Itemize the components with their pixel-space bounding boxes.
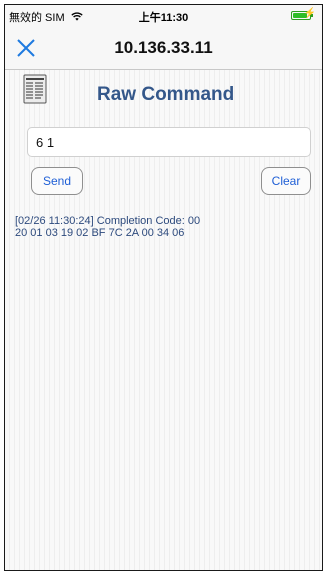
app-frame: 無效的 SIM 上午11:30 ⚡ 10.136.33.11 Raw Comma…	[4, 4, 323, 571]
status-bar: 無效的 SIM 上午11:30 ⚡	[5, 5, 322, 25]
battery-indicator: ⚡	[291, 8, 316, 20]
navigation-bar: 10.136.33.11	[5, 25, 322, 70]
screen-header: Raw Command	[5, 70, 322, 110]
command-input[interactable]	[27, 127, 311, 157]
log-line: [02/26 11:30:24] Completion Code: 00	[15, 215, 201, 227]
screen-title: Raw Command	[97, 84, 235, 105]
clear-button[interactable]: Clear	[261, 167, 311, 195]
response-log: [02/26 11:30:24] Completion Code: 00 20 …	[15, 215, 315, 239]
log-line: 20 01 03 19 02 BF 7C 2A 00 34 06	[15, 227, 185, 239]
nav-title: 10.136.33.11	[114, 38, 213, 57]
status-time: 上午11:30	[138, 12, 189, 24]
charging-bolt-icon: ⚡	[303, 8, 316, 19]
command-document-icon	[23, 74, 47, 104]
send-button[interactable]: Send	[31, 167, 83, 195]
